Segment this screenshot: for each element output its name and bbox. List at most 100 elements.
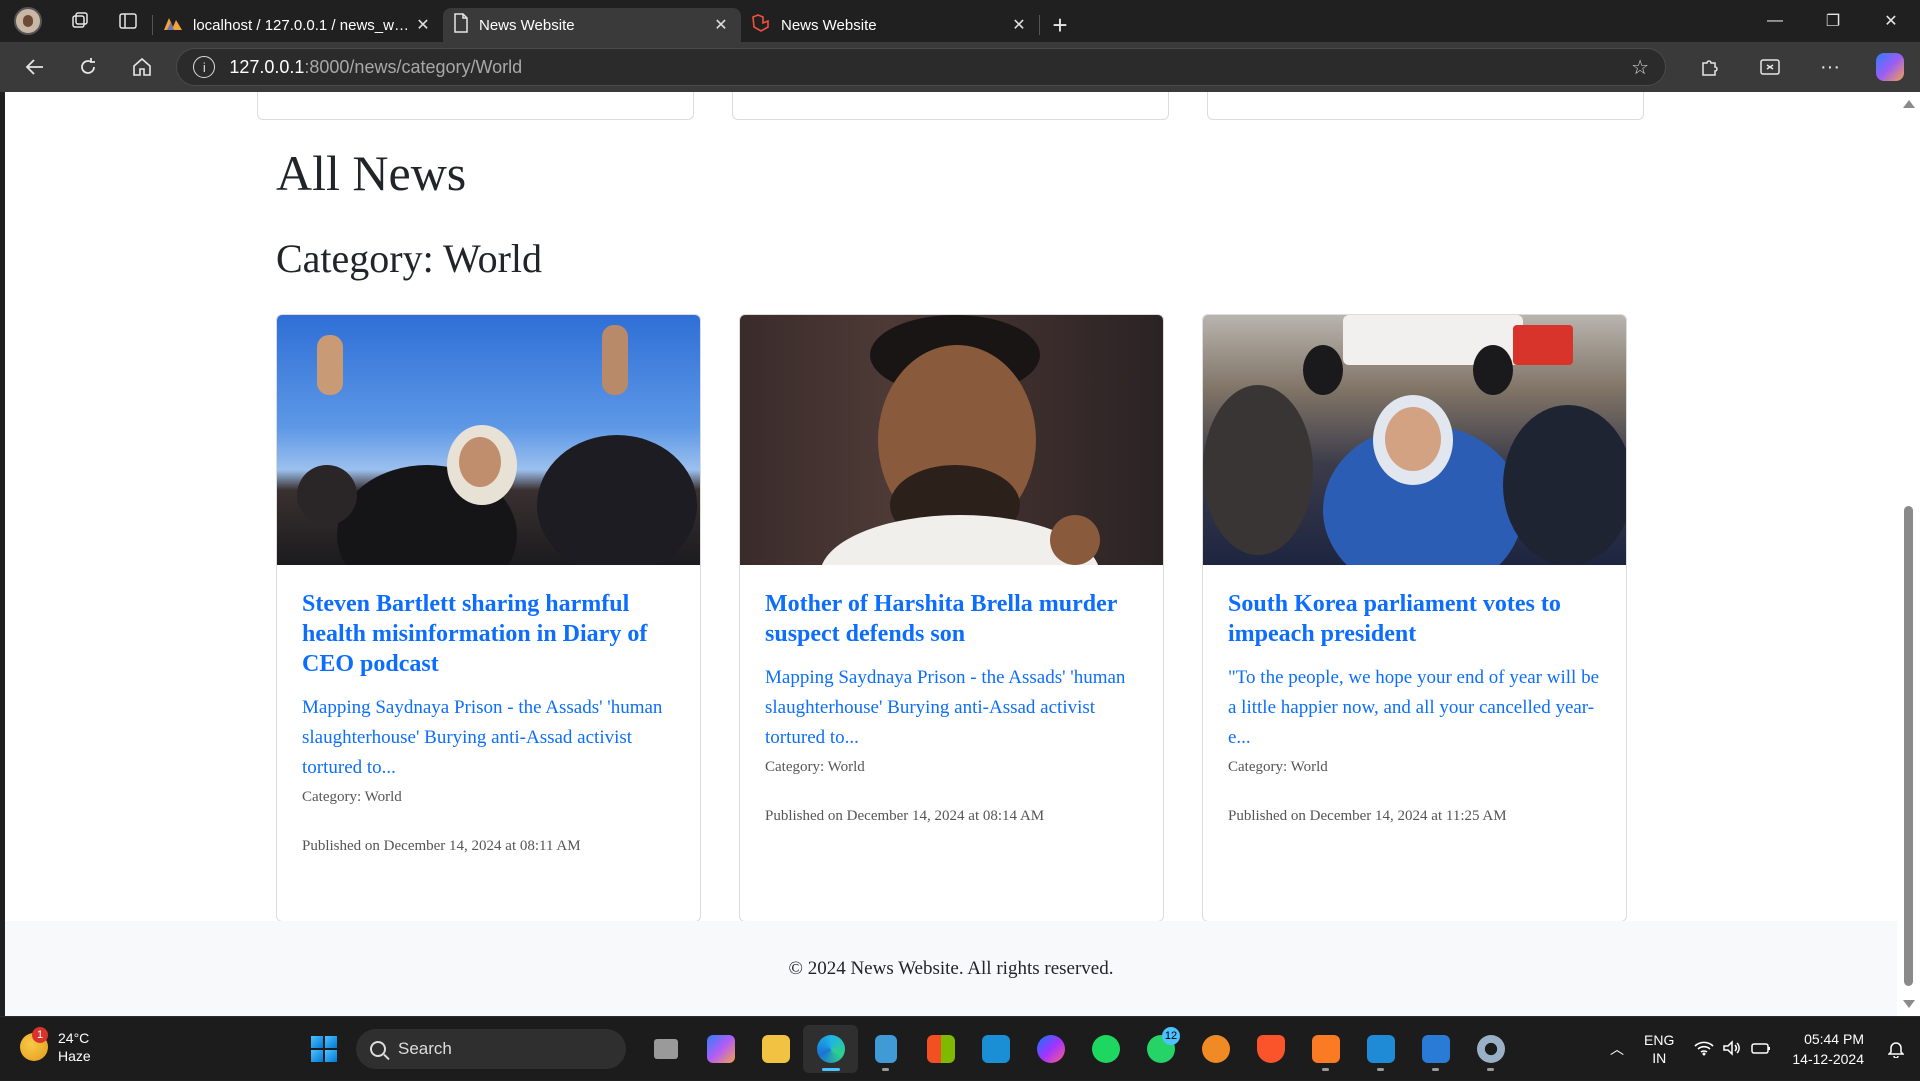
- whatsapp-icon[interactable]: 12: [1133, 1025, 1188, 1073]
- language-indicator[interactable]: ENG IN: [1634, 1017, 1684, 1081]
- clock[interactable]: 05:44 PM 14-12-2024: [1782, 1017, 1878, 1081]
- home-button[interactable]: [115, 42, 168, 92]
- news-image-protest[interactable]: [277, 315, 700, 565]
- home-icon: [132, 57, 151, 76]
- previous-cards-row: [257, 92, 1644, 120]
- article-title-link[interactable]: South Korea parliament votes to impeach …: [1228, 589, 1602, 649]
- messenger-icon[interactable]: [1023, 1025, 1078, 1073]
- restore-button[interactable]: ❐: [1804, 0, 1862, 42]
- article-published-date: Published on December 14, 2024 at 08:11 …: [302, 838, 581, 854]
- reload-icon: [81, 58, 96, 74]
- xampp-icon[interactable]: [1298, 1025, 1353, 1073]
- weather-widget[interactable]: 1 24°C Haze: [20, 1027, 91, 1065]
- language-code: ENG: [1644, 1032, 1675, 1048]
- favorite-star-icon[interactable]: ☆: [1631, 55, 1649, 80]
- article-category: Category: World: [302, 789, 402, 805]
- wifi-icon: [1694, 1040, 1714, 1059]
- volume-icon: [1722, 1039, 1742, 1059]
- start-button[interactable]: [302, 1027, 346, 1071]
- news-image-portrait[interactable]: [740, 315, 1163, 565]
- taskbar-search[interactable]: Search: [356, 1029, 626, 1069]
- page-title: All News: [276, 145, 467, 201]
- tab-phpmyadmin[interactable]: localhost / 127.0.0.1 / news_website ✕: [153, 8, 443, 42]
- search-icon: [370, 1041, 386, 1057]
- close-tab-icon[interactable]: ✕: [413, 15, 433, 35]
- back-arrow-icon: [25, 59, 43, 75]
- article-title-link[interactable]: Mother of Harshita Brella murder suspect…: [765, 589, 1139, 649]
- network-volume-battery[interactable]: [1684, 1017, 1782, 1081]
- laravel-icon: [751, 13, 771, 37]
- article-title-link[interactable]: Steven Bartlett sharing harmful health m…: [302, 589, 676, 679]
- article-summary-link[interactable]: Mapping Saydnaya Prison - the Assads' 'h…: [302, 693, 676, 783]
- edge-browser-icon[interactable]: [803, 1025, 858, 1073]
- category-title: Category: World: [276, 236, 542, 281]
- workspaces-icon[interactable]: [56, 0, 104, 42]
- extensions-icon[interactable]: [1680, 42, 1740, 92]
- close-window-button[interactable]: ✕: [1862, 0, 1920, 42]
- site-info-icon[interactable]: i: [193, 56, 216, 78]
- reload-button[interactable]: [61, 42, 114, 92]
- file-explorer-icon[interactable]: [748, 1025, 803, 1073]
- page-scrollbar[interactable]: [1897, 92, 1920, 1016]
- tab-news-website-active[interactable]: News Website ✕: [443, 8, 741, 42]
- article-summary-link[interactable]: "To the people, we hope your end of year…: [1228, 663, 1602, 753]
- brave-icon[interactable]: [1243, 1025, 1298, 1073]
- show-hidden-icons-chevron-icon[interactable]: ︿: [1600, 1017, 1634, 1081]
- profile-button[interactable]: [0, 0, 56, 42]
- vertical-tabs-icon[interactable]: [104, 0, 152, 42]
- close-tab-icon[interactable]: ✕: [711, 15, 731, 35]
- news-card: South Korea parliament votes to impeach …: [1202, 314, 1627, 922]
- region-code: IN: [1652, 1050, 1667, 1066]
- address-toolbar: i 127.0.0.1:8000/news/category/World ☆ ·…: [0, 42, 1920, 92]
- whatsapp-badge: 12: [1162, 1027, 1180, 1045]
- footer-copyright: © 2024 News Website. All rights reserved…: [788, 957, 1114, 979]
- minimize-button[interactable]: —: [1746, 0, 1804, 42]
- weather-temperature: 24°C: [58, 1030, 90, 1046]
- url-host: 127.0.0.1: [229, 56, 305, 77]
- news-card: Mother of Harshita Brella murder suspect…: [739, 314, 1164, 922]
- previous-card: [1207, 92, 1644, 120]
- back-button[interactable]: [8, 42, 61, 92]
- scroll-down-arrow-icon[interactable]: [1903, 1000, 1915, 1008]
- microsoft-store-icon[interactable]: [913, 1025, 968, 1073]
- battery-icon: [1750, 1040, 1772, 1059]
- scroll-up-arrow-icon[interactable]: [1903, 100, 1915, 108]
- windows-logo-icon: [311, 1036, 337, 1062]
- page-footer: © 2024 News Website. All rights reserved…: [5, 921, 1897, 1016]
- more-menu-icon[interactable]: ···: [1800, 42, 1860, 92]
- url-field[interactable]: i 127.0.0.1:8000/news/category/World ☆: [176, 48, 1666, 86]
- article-category: Category: World: [765, 759, 865, 775]
- document-icon: [453, 13, 469, 37]
- avatar: [14, 7, 42, 35]
- notepad-icon[interactable]: [858, 1025, 913, 1073]
- weather-badge: 1: [32, 1027, 48, 1043]
- scroll-thumb[interactable]: [1904, 506, 1913, 986]
- tab-news-website[interactable]: News Website ✕: [741, 8, 1039, 42]
- blender-icon[interactable]: [1188, 1025, 1243, 1073]
- search-placeholder: Search: [398, 1039, 452, 1058]
- settings-icon[interactable]: [1463, 1025, 1518, 1073]
- spotify-icon[interactable]: [1078, 1025, 1133, 1073]
- article-summary-link[interactable]: Mapping Saydnaya Prison - the Assads' 'h…: [765, 663, 1139, 753]
- close-tab-icon[interactable]: ✕: [1009, 15, 1029, 35]
- tab-title: localhost / 127.0.0.1 / news_website: [193, 16, 413, 34]
- weather-sun-icon: 1: [20, 1027, 48, 1061]
- page-viewport: All News Category: World Steven Bartlett…: [5, 92, 1897, 1016]
- task-view-icon[interactable]: [638, 1025, 693, 1073]
- new-tab-button[interactable]: +: [1040, 8, 1080, 42]
- windows-taskbar: 1 24°C Haze Search 12 ︿ ENG IN 05:44 PM …: [0, 1016, 1920, 1080]
- tab-title: News Website: [781, 16, 877, 34]
- news-image-crowd[interactable]: [1203, 315, 1626, 565]
- screenshot-icon[interactable]: [1740, 42, 1800, 92]
- notifications-bell-icon[interactable]: [1878, 1017, 1920, 1081]
- remote-app-icon[interactable]: [1408, 1025, 1463, 1073]
- copilot-app-icon[interactable]: [693, 1025, 748, 1073]
- article-category: Category: World: [1228, 759, 1328, 775]
- browser-tab-bar: localhost / 127.0.0.1 / news_website ✕ N…: [0, 0, 1920, 42]
- weather-description: Haze: [58, 1048, 91, 1064]
- copilot-button[interactable]: [1860, 42, 1920, 92]
- myhp-icon[interactable]: [968, 1025, 1023, 1073]
- vscode-icon[interactable]: [1353, 1025, 1408, 1073]
- system-tray: ︿ ENG IN 05:44 PM 14-12-2024: [1600, 1017, 1920, 1081]
- url-path: :8000/news/category/World: [304, 56, 523, 77]
